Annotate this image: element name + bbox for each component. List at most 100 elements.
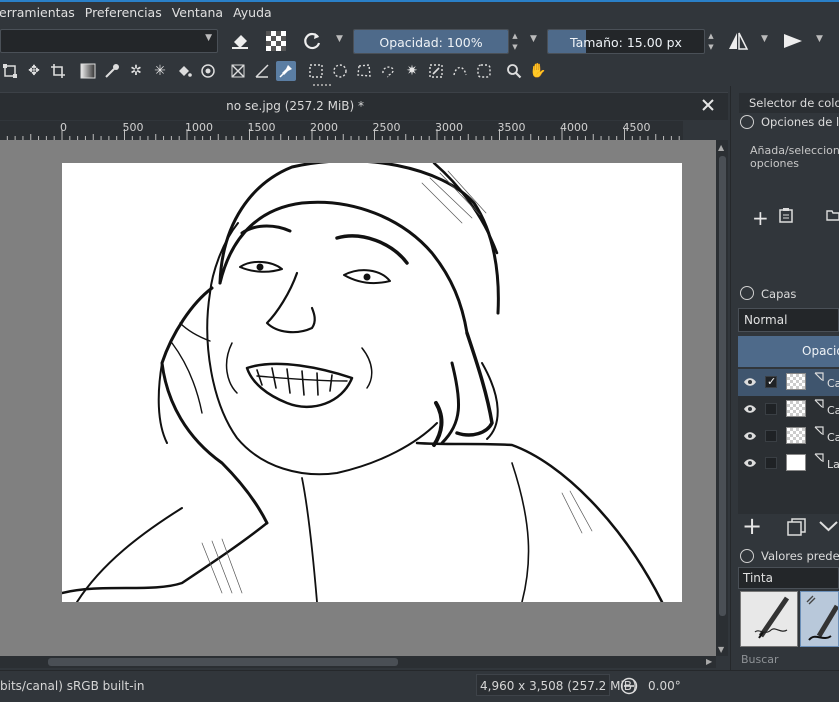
menu-bar: erramientas Preferencias Ventana Ayuda: [0, 0, 839, 25]
size-slider-label: Tamaño: 15.00 px: [570, 35, 682, 50]
menu-herramientas[interactable]: erramientas: [0, 5, 80, 20]
bezier-select-icon[interactable]: [450, 61, 470, 81]
contiguous-select-icon[interactable]: ✷: [402, 61, 422, 81]
magnetic-select-icon[interactable]: [474, 61, 494, 81]
opacity-slider[interactable]: Opacidad: 100%: [353, 29, 509, 54]
chevron-down-icon[interactable]: ▼: [530, 34, 537, 44]
opacity-slider-label: Opacidad: 100%: [379, 35, 483, 50]
ruler-tick-label: 0: [60, 121, 67, 134]
freehand-select-icon[interactable]: [378, 61, 398, 81]
rotation-icon[interactable]: [620, 677, 638, 698]
canvas-image[interactable]: [62, 163, 682, 602]
ellipse-select-icon[interactable]: [330, 61, 350, 81]
fill-bucket-icon[interactable]: [174, 61, 194, 81]
ruler-tick-label: 3500: [497, 121, 526, 134]
eye-icon[interactable]: [743, 404, 757, 414]
reload-preset-icon[interactable]: [301, 30, 323, 52]
vertical-scroll-thumb[interactable]: [719, 156, 726, 616]
document-tab-title[interactable]: no se.jpg (257.2 MiB) *: [0, 99, 364, 113]
preset-search-input[interactable]: Buscar: [741, 653, 779, 666]
clipboard-icon[interactable]: [778, 207, 794, 226]
image-dimensions: 4,960 x 3,508 (257.2 MiB): [480, 679, 637, 693]
chevron-down-icon[interactable]: ▼: [816, 34, 823, 44]
color-picker-icon[interactable]: [102, 61, 122, 81]
layer-name: Ca: [827, 377, 839, 390]
size-spin-buttons[interactable]: ▲ ▼: [705, 29, 717, 54]
polygon-select-icon[interactable]: [354, 61, 374, 81]
move-icon[interactable]: ✥: [24, 61, 44, 81]
multibrush-icon[interactable]: ✳: [150, 61, 170, 81]
folder-icon[interactable]: [826, 208, 839, 225]
layer-row[interactable]: ✓ Ca: [738, 369, 839, 396]
menu-ventana[interactable]: Ventana: [167, 5, 228, 20]
crop-icon[interactable]: [48, 61, 68, 81]
window-top-accent: [0, 0, 839, 2]
scroll-up-icon[interactable]: ▲: [718, 143, 724, 152]
ruler-tick-label: 2500: [372, 121, 401, 134]
ruler-tick-label: 4500: [622, 121, 651, 134]
chevron-down-icon[interactable]: ▼: [761, 34, 768, 44]
eye-icon[interactable]: [743, 458, 757, 468]
layer-thumbnail: [786, 400, 806, 417]
layer-type-icon: [814, 399, 824, 408]
layer-thumbnail: [786, 427, 806, 444]
layer-alpha-checkbox[interactable]: [765, 403, 777, 415]
rect-select-icon[interactable]: [306, 61, 326, 81]
add-icon[interactable]: +: [752, 206, 769, 230]
layer-type-icon: [814, 453, 824, 462]
mirror-horizontal-icon[interactable]: [727, 30, 749, 52]
add-layer-icon[interactable]: +: [742, 514, 762, 538]
horizontal-scroll-thumb[interactable]: [48, 658, 398, 666]
layer-row[interactable]: Ca: [738, 396, 839, 423]
menu-ayuda[interactable]: Ayuda: [228, 5, 277, 20]
lock-icon[interactable]: [740, 549, 754, 563]
transform-icon[interactable]: [0, 61, 20, 81]
layer-opacity-slider[interactable]: Opacid: [738, 336, 839, 367]
layer-name: Ca: [827, 404, 839, 417]
brush-presets-title: Valores predefi: [761, 549, 839, 563]
layer-thumbnail: [786, 454, 806, 471]
measure-icon[interactable]: [252, 61, 272, 81]
preserve-alpha-icon[interactable]: [265, 30, 287, 52]
workspace-combo[interactable]: ▼: [0, 29, 218, 53]
scroll-right-icon[interactable]: ▶: [706, 657, 712, 666]
menu-preferencias[interactable]: Preferencias: [80, 5, 167, 20]
zoom-icon[interactable]: [504, 61, 524, 81]
chevron-down-icon[interactable]: ▼: [336, 34, 343, 44]
assistant-tool-icon[interactable]: [198, 61, 218, 81]
layers-title: Capas: [761, 287, 797, 301]
chevron-down-icon[interactable]: [818, 518, 839, 537]
lock-icon[interactable]: [740, 115, 754, 129]
eye-icon[interactable]: [743, 377, 757, 387]
layer-name: Lay: [827, 458, 839, 471]
lock-icon[interactable]: [740, 286, 754, 300]
color-selector-tab[interactable]: Selector de color: [739, 93, 839, 113]
close-icon[interactable]: [700, 97, 716, 113]
size-slider[interactable]: Tamaño: 15.00 px: [547, 29, 705, 54]
mirror-vertical-icon[interactable]: [782, 30, 804, 52]
ruler-tick-label: 3000: [435, 121, 463, 134]
layer-alpha-checkbox[interactable]: ✓: [765, 375, 777, 388]
brush-preset-ink-pen[interactable]: [740, 591, 798, 647]
checkmark: ✓: [767, 375, 777, 388]
smart-patch-icon[interactable]: ✲: [126, 61, 146, 81]
layer-row[interactable]: Ca: [738, 423, 839, 450]
layer-alpha-checkbox[interactable]: [765, 457, 777, 469]
reference-pin-icon[interactable]: [276, 61, 296, 81]
duplicate-layer-icon[interactable]: [787, 518, 807, 539]
chevron-down-icon: ▼: [205, 33, 212, 43]
similar-select-icon[interactable]: [426, 61, 446, 81]
scroll-down-icon[interactable]: ▼: [718, 645, 724, 654]
eraser-icon[interactable]: [229, 30, 251, 52]
preset-category-combo[interactable]: Tinta: [738, 567, 839, 589]
layer-type-icon: [814, 372, 824, 381]
gradient-icon[interactable]: [78, 61, 98, 81]
blend-mode-combo[interactable]: Normal: [738, 308, 839, 332]
perspective-grid-icon[interactable]: [228, 61, 248, 81]
eye-icon[interactable]: [743, 431, 757, 441]
brush-preset-ink-marker[interactable]: [800, 591, 839, 647]
opacity-spin-buttons[interactable]: ▲ ▼: [509, 29, 521, 54]
layer-alpha-checkbox[interactable]: [765, 430, 777, 442]
pan-hand-icon[interactable]: ✋: [528, 61, 548, 81]
layer-row[interactable]: Lay: [738, 450, 839, 477]
